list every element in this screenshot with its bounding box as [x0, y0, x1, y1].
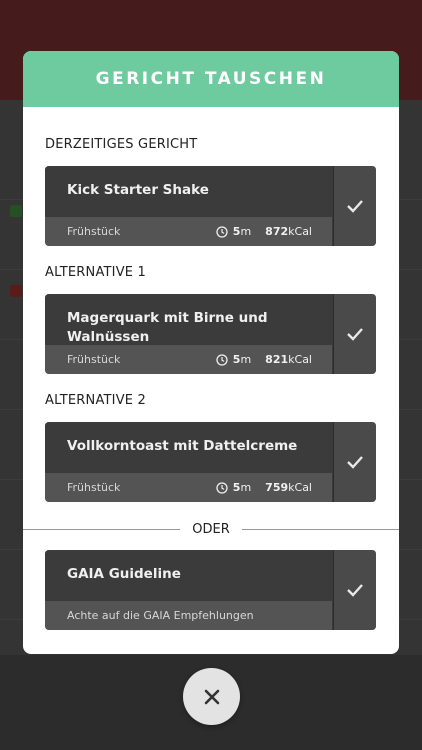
select-button[interactable] — [333, 422, 376, 502]
clock-icon — [216, 225, 228, 238]
prep-time-value: 5 — [232, 225, 241, 238]
meal-title: Kick Starter Shake — [67, 182, 209, 198]
clock-icon — [216, 353, 228, 366]
prep-time-unit: m — [240, 225, 252, 238]
meal-category: Frühstück — [67, 481, 121, 494]
or-label: ODER — [192, 521, 230, 537]
meal-category: Frühstück — [67, 225, 121, 238]
prep-time-unit: m — [240, 481, 252, 494]
kcal-value: 821 — [265, 353, 289, 366]
meal-title: Magerquark mit Birne und Walnüssen — [67, 310, 268, 345]
close-button[interactable] — [183, 668, 240, 725]
prep-time-value: 5 — [232, 353, 241, 366]
guideline-card-body[interactable]: GAIA Guideline Achte auf die GAIA Empfeh… — [45, 550, 332, 630]
modal-title: GERICHT TAUSCHEN — [95, 69, 327, 89]
clock-icon — [216, 481, 228, 494]
or-divider: ODER — [23, 519, 399, 539]
modal-header: GERICHT TAUSCHEN — [23, 51, 399, 107]
meal-category: Frühstück — [67, 353, 121, 366]
prep-time-value: 5 — [232, 481, 241, 494]
guideline-subtitle: Achte auf die GAIA Empfehlungen — [67, 609, 254, 622]
section-label-current: DERZEITIGES GERICHT — [45, 137, 198, 152]
meal-card-alternative-1[interactable]: Magerquark mit Birne und Walnüssen Frühs… — [45, 294, 376, 374]
select-button[interactable] — [333, 166, 376, 246]
meal-card-body[interactable]: Magerquark mit Birne und Walnüssen Frühs… — [45, 294, 332, 374]
select-button[interactable] — [333, 550, 376, 630]
guideline-title: GAIA Guideline — [67, 566, 181, 582]
meal-card-current[interactable]: Kick Starter Shake Frühstück 5 m 872 kCa… — [45, 166, 376, 246]
kcal-unit: kCal — [288, 481, 312, 494]
prep-time-unit: m — [240, 353, 252, 366]
meal-card-body[interactable]: Vollkorntoast mit Dattelcreme Frühstück … — [45, 422, 332, 502]
meal-card-alternative-2[interactable]: Vollkorntoast mit Dattelcreme Frühstück … — [45, 422, 376, 502]
kcal-value: 759 — [265, 481, 289, 494]
kcal-unit: kCal — [288, 353, 312, 366]
close-icon — [204, 689, 219, 704]
check-icon — [347, 456, 363, 469]
check-icon — [347, 328, 363, 341]
check-icon — [347, 200, 363, 213]
select-button[interactable] — [333, 294, 376, 374]
swap-dish-modal: GERICHT TAUSCHEN DERZEITIGES GERICHT Kic… — [23, 51, 399, 654]
check-icon — [347, 584, 363, 597]
kcal-unit: kCal — [288, 225, 312, 238]
section-label-alternative-2: ALTERNATIVE 2 — [45, 393, 147, 408]
guideline-card[interactable]: GAIA Guideline Achte auf die GAIA Empfeh… — [45, 550, 376, 630]
section-label-alternative-1: ALTERNATIVE 1 — [45, 265, 147, 280]
kcal-value: 872 — [265, 225, 289, 238]
meal-card-body[interactable]: Kick Starter Shake Frühstück 5 m 872 kCa… — [45, 166, 332, 246]
meal-title: Vollkorntoast mit Dattelcreme — [67, 438, 298, 454]
